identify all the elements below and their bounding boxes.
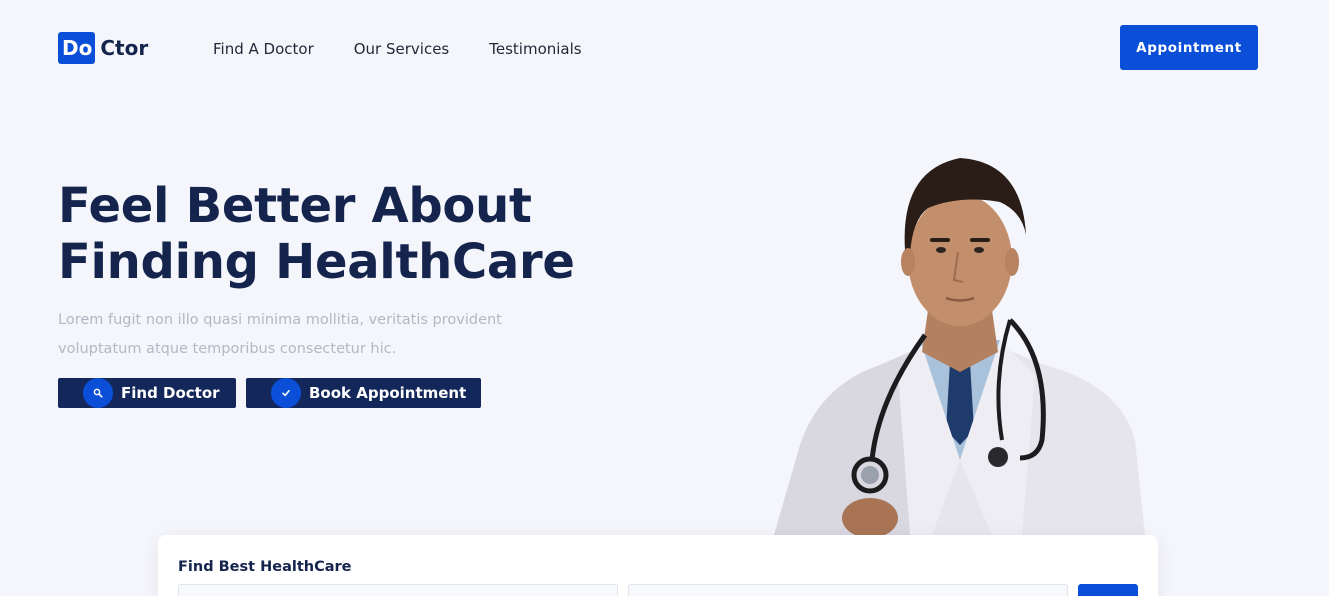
page: Do Ctor Find A Doctor Our Services Testi… [0, 0, 1329, 596]
logo-text: Ctor [100, 36, 149, 60]
doctor-image [774, 158, 1145, 535]
search-card-title: Find Best HealthCare [178, 559, 352, 575]
logo-box: Do [58, 32, 96, 64]
search-input-primary[interactable] [178, 584, 618, 596]
hero-title-line-1: Feel Better About [58, 178, 532, 234]
hero-title-line-2: Finding HealthCare [58, 234, 575, 290]
hero-description: Lorem fugit non illo quasi minima mollit… [58, 312, 502, 357]
find-doctor-button[interactable]: Find Doctor [58, 378, 236, 408]
book-appointment-label: Book Appointment [309, 384, 467, 402]
main-nav: Find A Doctor Our Services Testimonials [213, 39, 622, 59]
book-appointment-button[interactable]: Book Appointment [246, 378, 481, 408]
search-icon [83, 378, 113, 408]
logo[interactable]: Do Ctor [58, 32, 148, 64]
check-icon [271, 378, 301, 408]
search-input-secondary[interactable] [628, 584, 1068, 596]
search-submit-button[interactable] [1078, 584, 1138, 596]
appointment-button[interactable]: Appointment [1120, 25, 1258, 70]
search-card: Find Best HealthCare [158, 535, 1158, 596]
nav-item-our-services[interactable]: Our Services [354, 39, 450, 59]
nav-item-find-a-doctor[interactable]: Find A Doctor [213, 39, 314, 59]
hero-title: Feel Better About Finding HealthCare [58, 178, 618, 290]
find-doctor-label: Find Doctor [121, 384, 220, 402]
nav-item-testimonials[interactable]: Testimonials [489, 39, 581, 59]
